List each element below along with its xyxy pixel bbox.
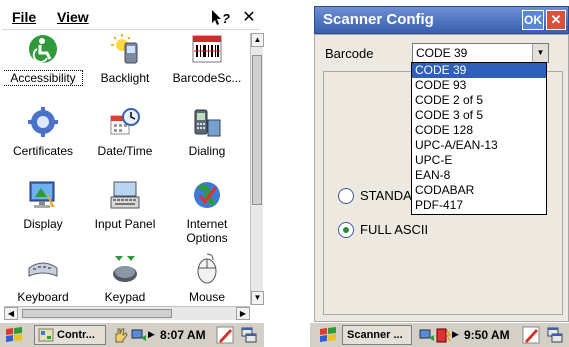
title-bar: Scanner Config OK ✕ [314,6,569,34]
hand-icon[interactable] [112,326,130,344]
cp-item-keyboard[interactable]: Keyboard [4,252,82,309]
pen-edit-icon[interactable] [216,326,234,344]
close-button[interactable]: ✕ [546,10,566,30]
dropdown-option[interactable]: UPC-A/EAN-13 [412,138,546,153]
dropdown-option[interactable]: CODE 3 of 5 [412,108,546,123]
cp-label-mouse: Mouse [188,290,226,304]
mouse-icon [197,253,217,284]
cp-item-input-panel[interactable]: Input Panel [86,179,164,249]
cp-item-mouse[interactable]: Mouse [168,252,246,309]
tray-arrow-icon[interactable]: ▶ [452,329,459,340]
input-panel-icon [110,181,140,209]
taskbar-clock[interactable]: 9:50 AM [464,326,510,344]
dropdown-option[interactable]: CODE 39 [412,63,546,78]
scroll-up-icon[interactable]: ▲ [251,33,264,47]
scroll-down-icon[interactable]: ▼ [251,291,264,305]
start-flag-icon[interactable] [4,326,24,344]
cp-label-dialing: Dialing [188,144,226,158]
tray-arrow-icon[interactable]: ▶ [148,329,155,340]
cp-label-keyboard: Keyboard [17,290,69,304]
vertical-scroll-thumb[interactable] [252,55,262,205]
windows-switch-icon[interactable] [240,326,258,344]
taskbar-clock[interactable]: 8:07 AM [160,326,206,344]
cp-item-display[interactable]: Display [4,179,82,249]
radio-selected-dot [343,227,349,233]
accessibility-icon [29,35,57,63]
taskbar-task-label: Contr... [57,329,95,341]
barcode-scanner-icon [192,35,222,63]
keypad-icon [113,256,137,282]
scroll-right-icon[interactable]: ▶ [236,307,250,320]
horizontal-scroll-thumb[interactable] [22,309,172,318]
dropdown-option[interactable]: UPC-E [412,153,546,168]
chevron-down-icon[interactable]: ▼ [532,44,548,62]
cp-label-input-panel: Input Panel [94,217,156,231]
pen-edit-icon[interactable] [522,326,540,344]
dropdown-option[interactable]: EAN-8 [412,168,546,183]
scroll-left-icon[interactable]: ◀ [4,307,18,320]
barcode-combobox-value: CODE 39 [416,46,468,60]
taskbar-task-label: Scanner ... [347,329,403,341]
dropdown-option[interactable]: PDF-417 [412,198,546,213]
cp-item-keypad[interactable]: Keypad [86,252,164,309]
barcode-combobox[interactable]: CODE 39 ▼ [412,43,549,63]
close-button[interactable]: ✕ [239,8,259,28]
cp-item-certificates[interactable]: Certificates [4,106,82,176]
certificates-icon [28,107,58,137]
taskbar-left: Contr... ▶ 8:07 AM [0,322,264,347]
cp-label-backlight: Backlight [100,71,150,85]
scanner-config-screen: Scanner Config OK ✕ Barcode CODE 39 ▼ ST… [310,0,569,322]
help-label: ? [222,11,230,26]
internet-options-icon [194,182,220,208]
taskbar-task-control-panel[interactable]: Contr... [34,325,106,345]
taskbar-right: Scanner ... ▶ 9:50 AM [310,322,569,347]
cp-item-dialing[interactable]: Dialing [168,106,246,176]
cp-label-internet-options: Internet Options [186,217,228,245]
dropdown-option[interactable]: CODABAR [412,183,546,198]
dialing-icon [194,109,221,137]
backlight-icon [111,34,138,64]
vertical-scrollbar[interactable]: ▲ ▼ [250,33,264,305]
control-panel-screen: File View ? ✕ Accessibility Backlight Ba… [0,0,264,347]
help-button[interactable]: ? [209,8,233,28]
windows-switch-icon[interactable] [546,326,564,344]
keyboard-icon [28,262,58,277]
network-icon[interactable] [130,326,148,344]
cp-item-accessibility[interactable]: Accessibility [4,33,83,103]
control-panel-icon [38,328,54,342]
barcode-label: Barcode [325,46,374,61]
cp-label-display: Display [23,217,63,231]
dropdown-option[interactable]: CODE 128 [412,123,546,138]
ok-button[interactable]: OK [522,10,544,30]
cp-label-barcode-scanner: BarcodeSc... [172,71,242,85]
cp-item-internet-options[interactable]: Internet Options [168,179,246,249]
help-pointer-icon: ? [212,10,230,26]
menu-view[interactable]: View [57,9,89,25]
radio-full-ascii-label: FULL ASCII [360,222,429,237]
cp-label-accessibility: Accessibility [4,70,83,86]
taskbar-task-scanner[interactable]: Scanner ... [342,325,412,345]
radio-standard-circle[interactable] [338,188,354,204]
cp-item-barcode-scanner[interactable]: BarcodeSc... [168,33,246,103]
cp-label-date-time: Date/Time [97,144,153,158]
control-panel-grid: Accessibility Backlight BarcodeSc... Cer… [4,33,248,309]
dropdown-option[interactable]: CODE 93 [412,78,546,93]
cp-item-date-time[interactable]: Date/Time [86,106,164,176]
window-title: Scanner Config [323,11,434,28]
menu-file[interactable]: File [12,9,36,25]
battery-icon[interactable] [434,326,452,344]
radio-full-ascii-circle[interactable] [338,222,354,238]
menu-bar: File View ? ✕ [2,6,260,30]
horizontal-scrollbar[interactable]: ◀ ▶ [4,306,250,320]
start-flag-icon[interactable] [318,326,338,344]
barcode-dropdown-list[interactable]: CODE 39 CODE 93 CODE 2 of 5 CODE 3 of 5 … [411,62,547,215]
display-icon [29,181,55,208]
cp-label-keypad: Keypad [104,290,146,304]
dropdown-option[interactable]: CODE 2 of 5 [412,93,546,108]
cp-label-certificates: Certificates [12,144,74,158]
date-time-icon [110,108,140,135]
cp-item-backlight[interactable]: Backlight [86,33,164,103]
